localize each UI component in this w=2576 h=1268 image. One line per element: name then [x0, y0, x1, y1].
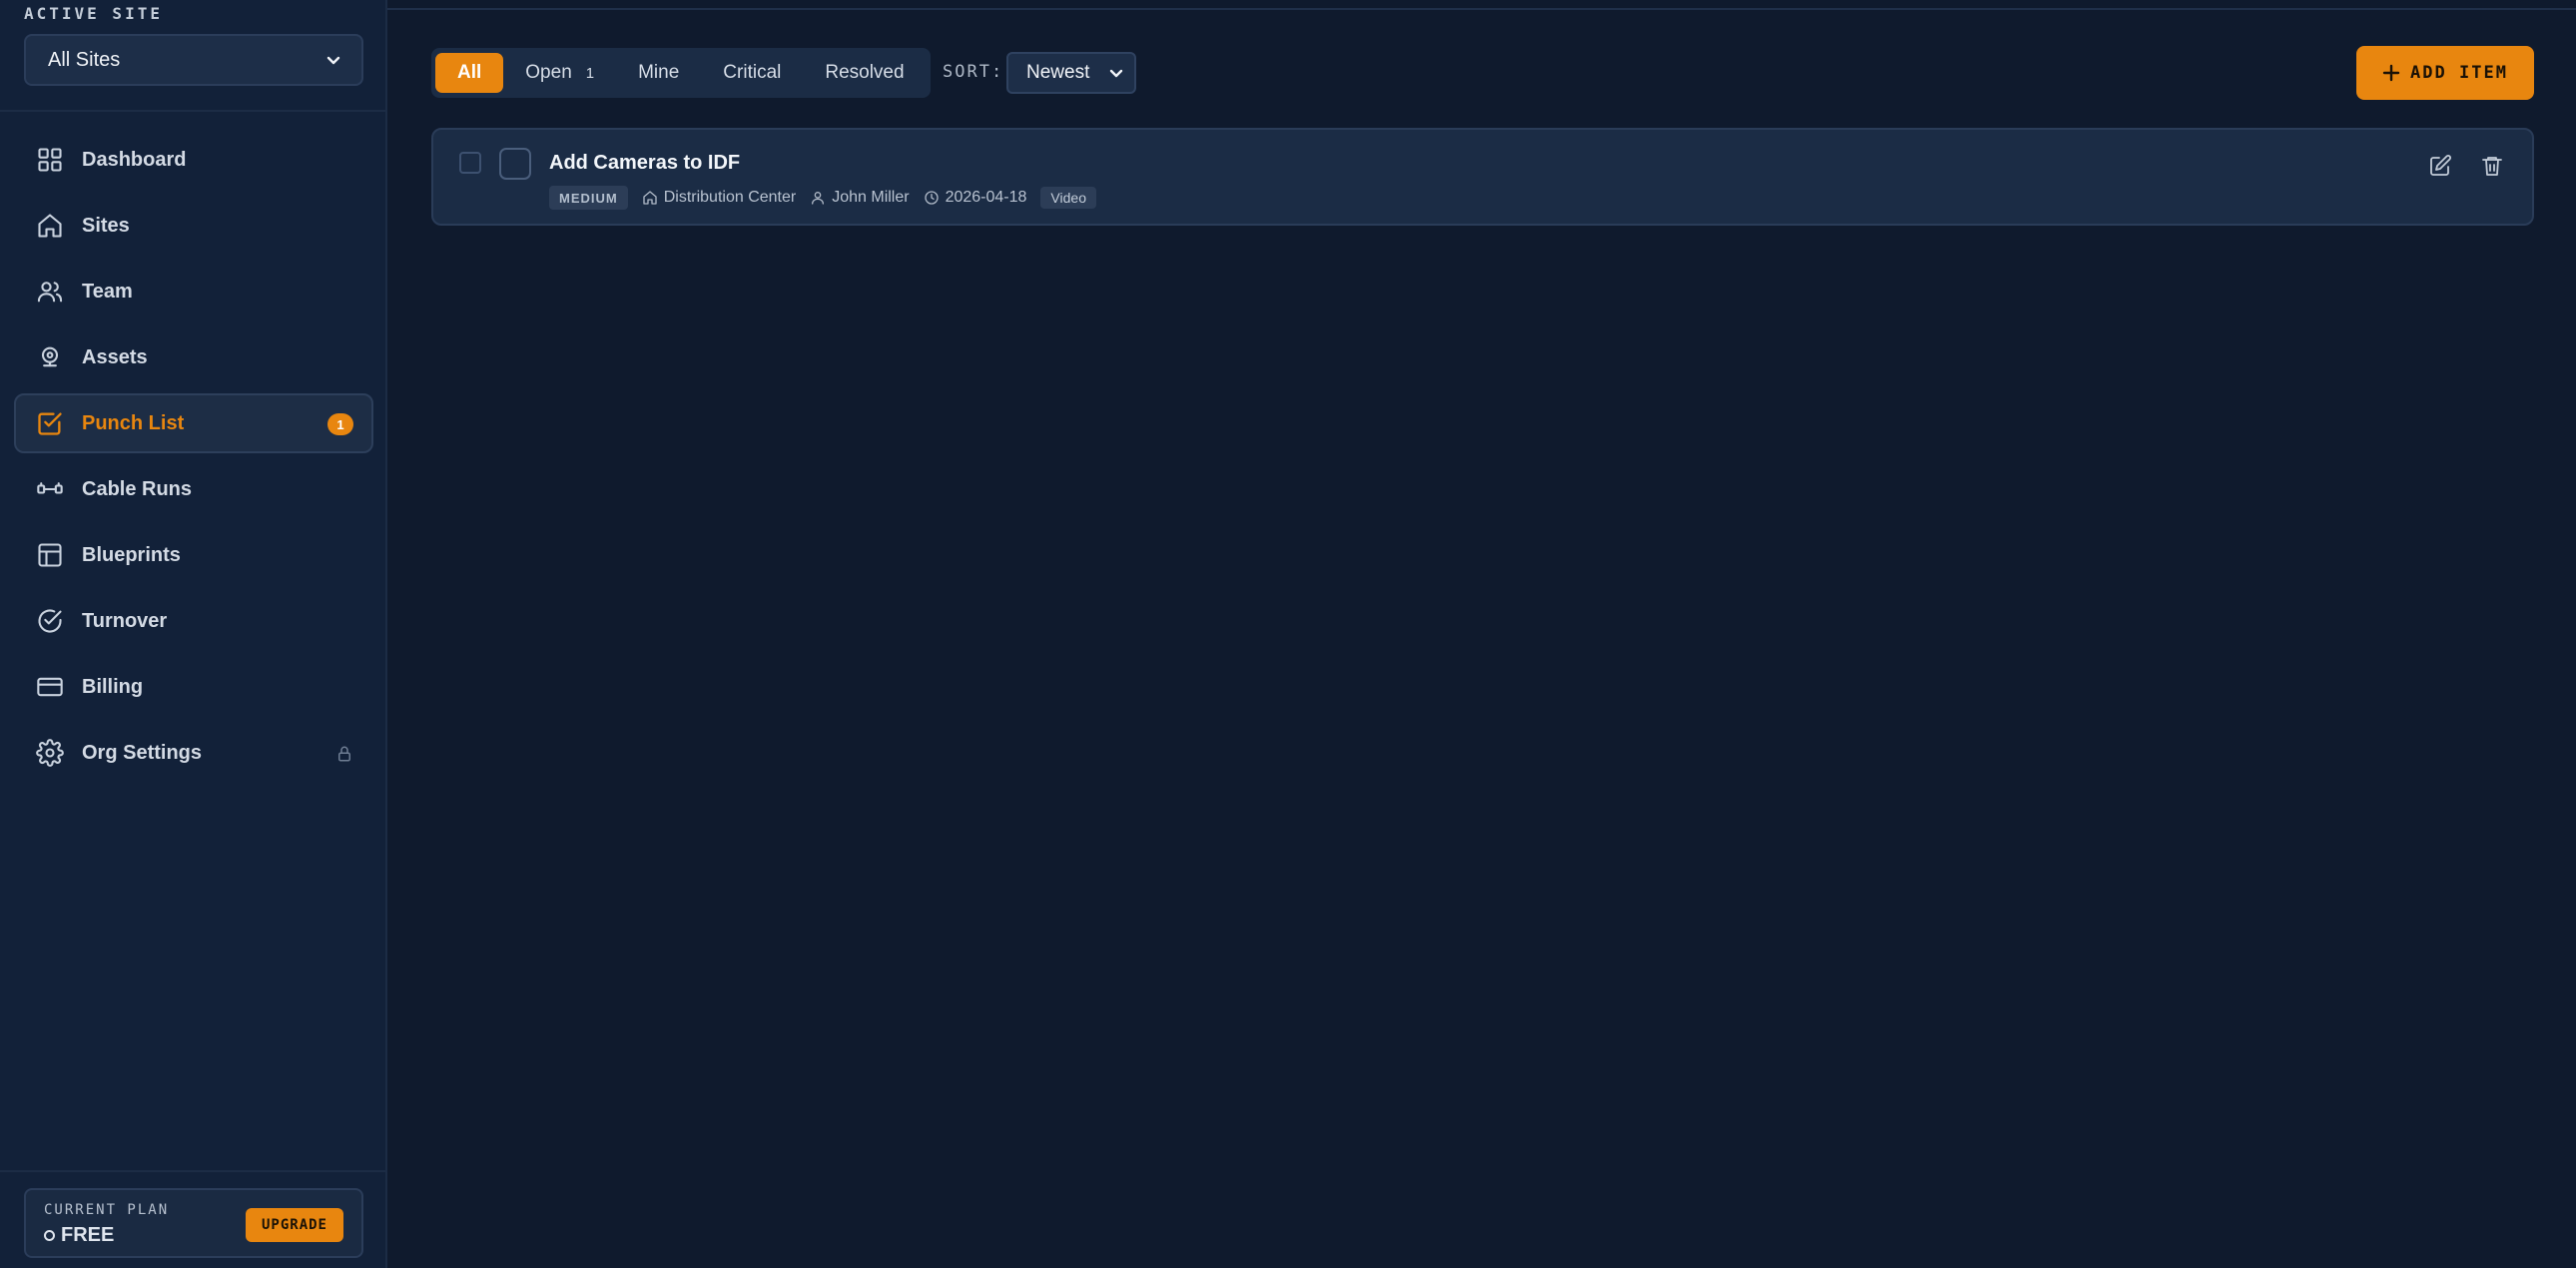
sidebar-item-cable-runs[interactable]: Cable Runs: [14, 459, 373, 519]
trash-icon: [2482, 157, 2502, 176]
sidebar-divider: [0, 1170, 385, 1172]
plus-icon: [2382, 64, 2400, 82]
sidebar-item-turnover[interactable]: Turnover: [14, 591, 373, 651]
lock-icon: [338, 746, 350, 762]
item-site: Distribution Center: [642, 189, 797, 207]
add-item-label: ADD ITEM: [2410, 63, 2508, 83]
edit-button[interactable]: [2428, 154, 2452, 178]
cable-icon: [36, 475, 64, 503]
sort-select[interactable]: Newest: [1006, 52, 1136, 94]
sidebar-item-assets[interactable]: Assets: [14, 327, 373, 387]
delete-button[interactable]: [2480, 154, 2504, 178]
credit-card-icon: [36, 673, 64, 701]
user-icon: [812, 192, 825, 205]
sidebar-item-label: Cable Runs: [82, 477, 193, 500]
plan-label: CURRENT PLAN: [44, 1202, 170, 1218]
blueprint-icon: [36, 541, 64, 569]
tab-mine[interactable]: Mine: [616, 53, 701, 93]
punch-list-count-badge: 1: [327, 413, 353, 435]
item-date-value: 2026-04-18: [945, 189, 1027, 206]
add-item-button[interactable]: ADD ITEM: [2356, 46, 2534, 100]
sidebar-item-org-settings[interactable]: Org Settings: [14, 723, 373, 783]
header-divider: [387, 8, 2576, 10]
sidebar-item-label: Dashboard: [82, 148, 187, 171]
upgrade-button[interactable]: UPGRADE: [246, 1208, 343, 1242]
item-tag: Video: [1040, 187, 1096, 209]
select-checkbox[interactable]: [459, 152, 481, 174]
home-icon: [36, 212, 64, 240]
camera-icon: [36, 343, 64, 371]
chevron-down-icon: [326, 56, 340, 65]
item-date: 2026-04-18: [924, 189, 1027, 207]
plan-box: CURRENT PLAN FREE UPGRADE: [24, 1188, 363, 1258]
site-select-value: All Sites: [48, 48, 121, 71]
sort-select-value: Newest: [1026, 62, 1090, 83]
sidebar-item-label: Turnover: [82, 609, 168, 632]
tab-count: 1: [585, 64, 595, 82]
item-assignee-name: John Miller: [832, 189, 910, 206]
tab-critical[interactable]: Critical: [701, 53, 803, 93]
item-assignee: John Miller: [810, 189, 910, 207]
filter-tabs: All Open 1 Mine Critical Resolved: [431, 48, 931, 98]
checkbox-icon: [36, 409, 64, 437]
sidebar-item-label: Blueprints: [82, 543, 181, 566]
plan-circle-icon: [44, 1230, 55, 1241]
tab-label: Open: [525, 62, 572, 83]
sidebar: ACTIVE SITE All Sites Dashboard Sites Te…: [0, 0, 387, 1268]
sort-label: SORT:: [943, 62, 1004, 82]
sidebar-item-team[interactable]: Team: [14, 262, 373, 321]
sidebar-item-punch-list[interactable]: Punch List 1: [14, 393, 373, 453]
grid-icon: [36, 146, 64, 174]
tab-open[interactable]: Open 1: [503, 53, 616, 93]
sidebar-divider: [0, 110, 385, 112]
sidebar-item-label: Assets: [82, 345, 148, 368]
sidebar-nav: Dashboard Sites Team Assets Punch List 1…: [14, 130, 373, 789]
sidebar-item-label: Sites: [82, 214, 130, 237]
chevron-down-icon: [1109, 69, 1123, 78]
tab-label: All: [457, 62, 482, 83]
punch-item-card[interactable]: Add Cameras to IDF MEDIUM Distribution C…: [431, 128, 2534, 226]
item-site-name: Distribution Center: [663, 189, 797, 206]
tab-label: Critical: [723, 62, 782, 83]
active-site-label: ACTIVE SITE: [24, 4, 163, 23]
sidebar-item-label: Org Settings: [82, 741, 203, 764]
site-select[interactable]: All Sites: [24, 34, 363, 86]
users-icon: [36, 278, 64, 306]
sidebar-item-blueprints[interactable]: Blueprints: [14, 525, 373, 585]
plan-value: FREE: [44, 1224, 114, 1247]
sidebar-item-billing[interactable]: Billing: [14, 657, 373, 717]
sidebar-item-sites[interactable]: Sites: [14, 196, 373, 256]
tab-label: Mine: [638, 62, 680, 83]
gear-icon: [36, 739, 64, 767]
home-icon: [643, 191, 657, 205]
item-title: Add Cameras to IDF: [549, 152, 741, 174]
tab-label: Resolved: [825, 62, 905, 83]
sidebar-item-dashboard[interactable]: Dashboard: [14, 130, 373, 190]
priority-badge: MEDIUM: [549, 186, 628, 210]
check-circle-icon: [36, 607, 64, 635]
plan-name: FREE: [61, 1224, 115, 1246]
app-root: ACTIVE SITE All Sites Dashboard Sites Te…: [0, 0, 2576, 1268]
clock-icon: [924, 191, 939, 205]
tab-all[interactable]: All: [435, 53, 504, 93]
sidebar-item-label: Punch List: [82, 411, 185, 434]
sidebar-item-label: Team: [82, 280, 133, 303]
complete-checkbox[interactable]: [499, 148, 531, 180]
edit-icon: [2430, 155, 2451, 176]
sidebar-item-label: Billing: [82, 675, 144, 698]
item-meta: MEDIUM Distribution Center John Miller 2…: [549, 186, 1096, 210]
tab-resolved[interactable]: Resolved: [803, 53, 926, 93]
